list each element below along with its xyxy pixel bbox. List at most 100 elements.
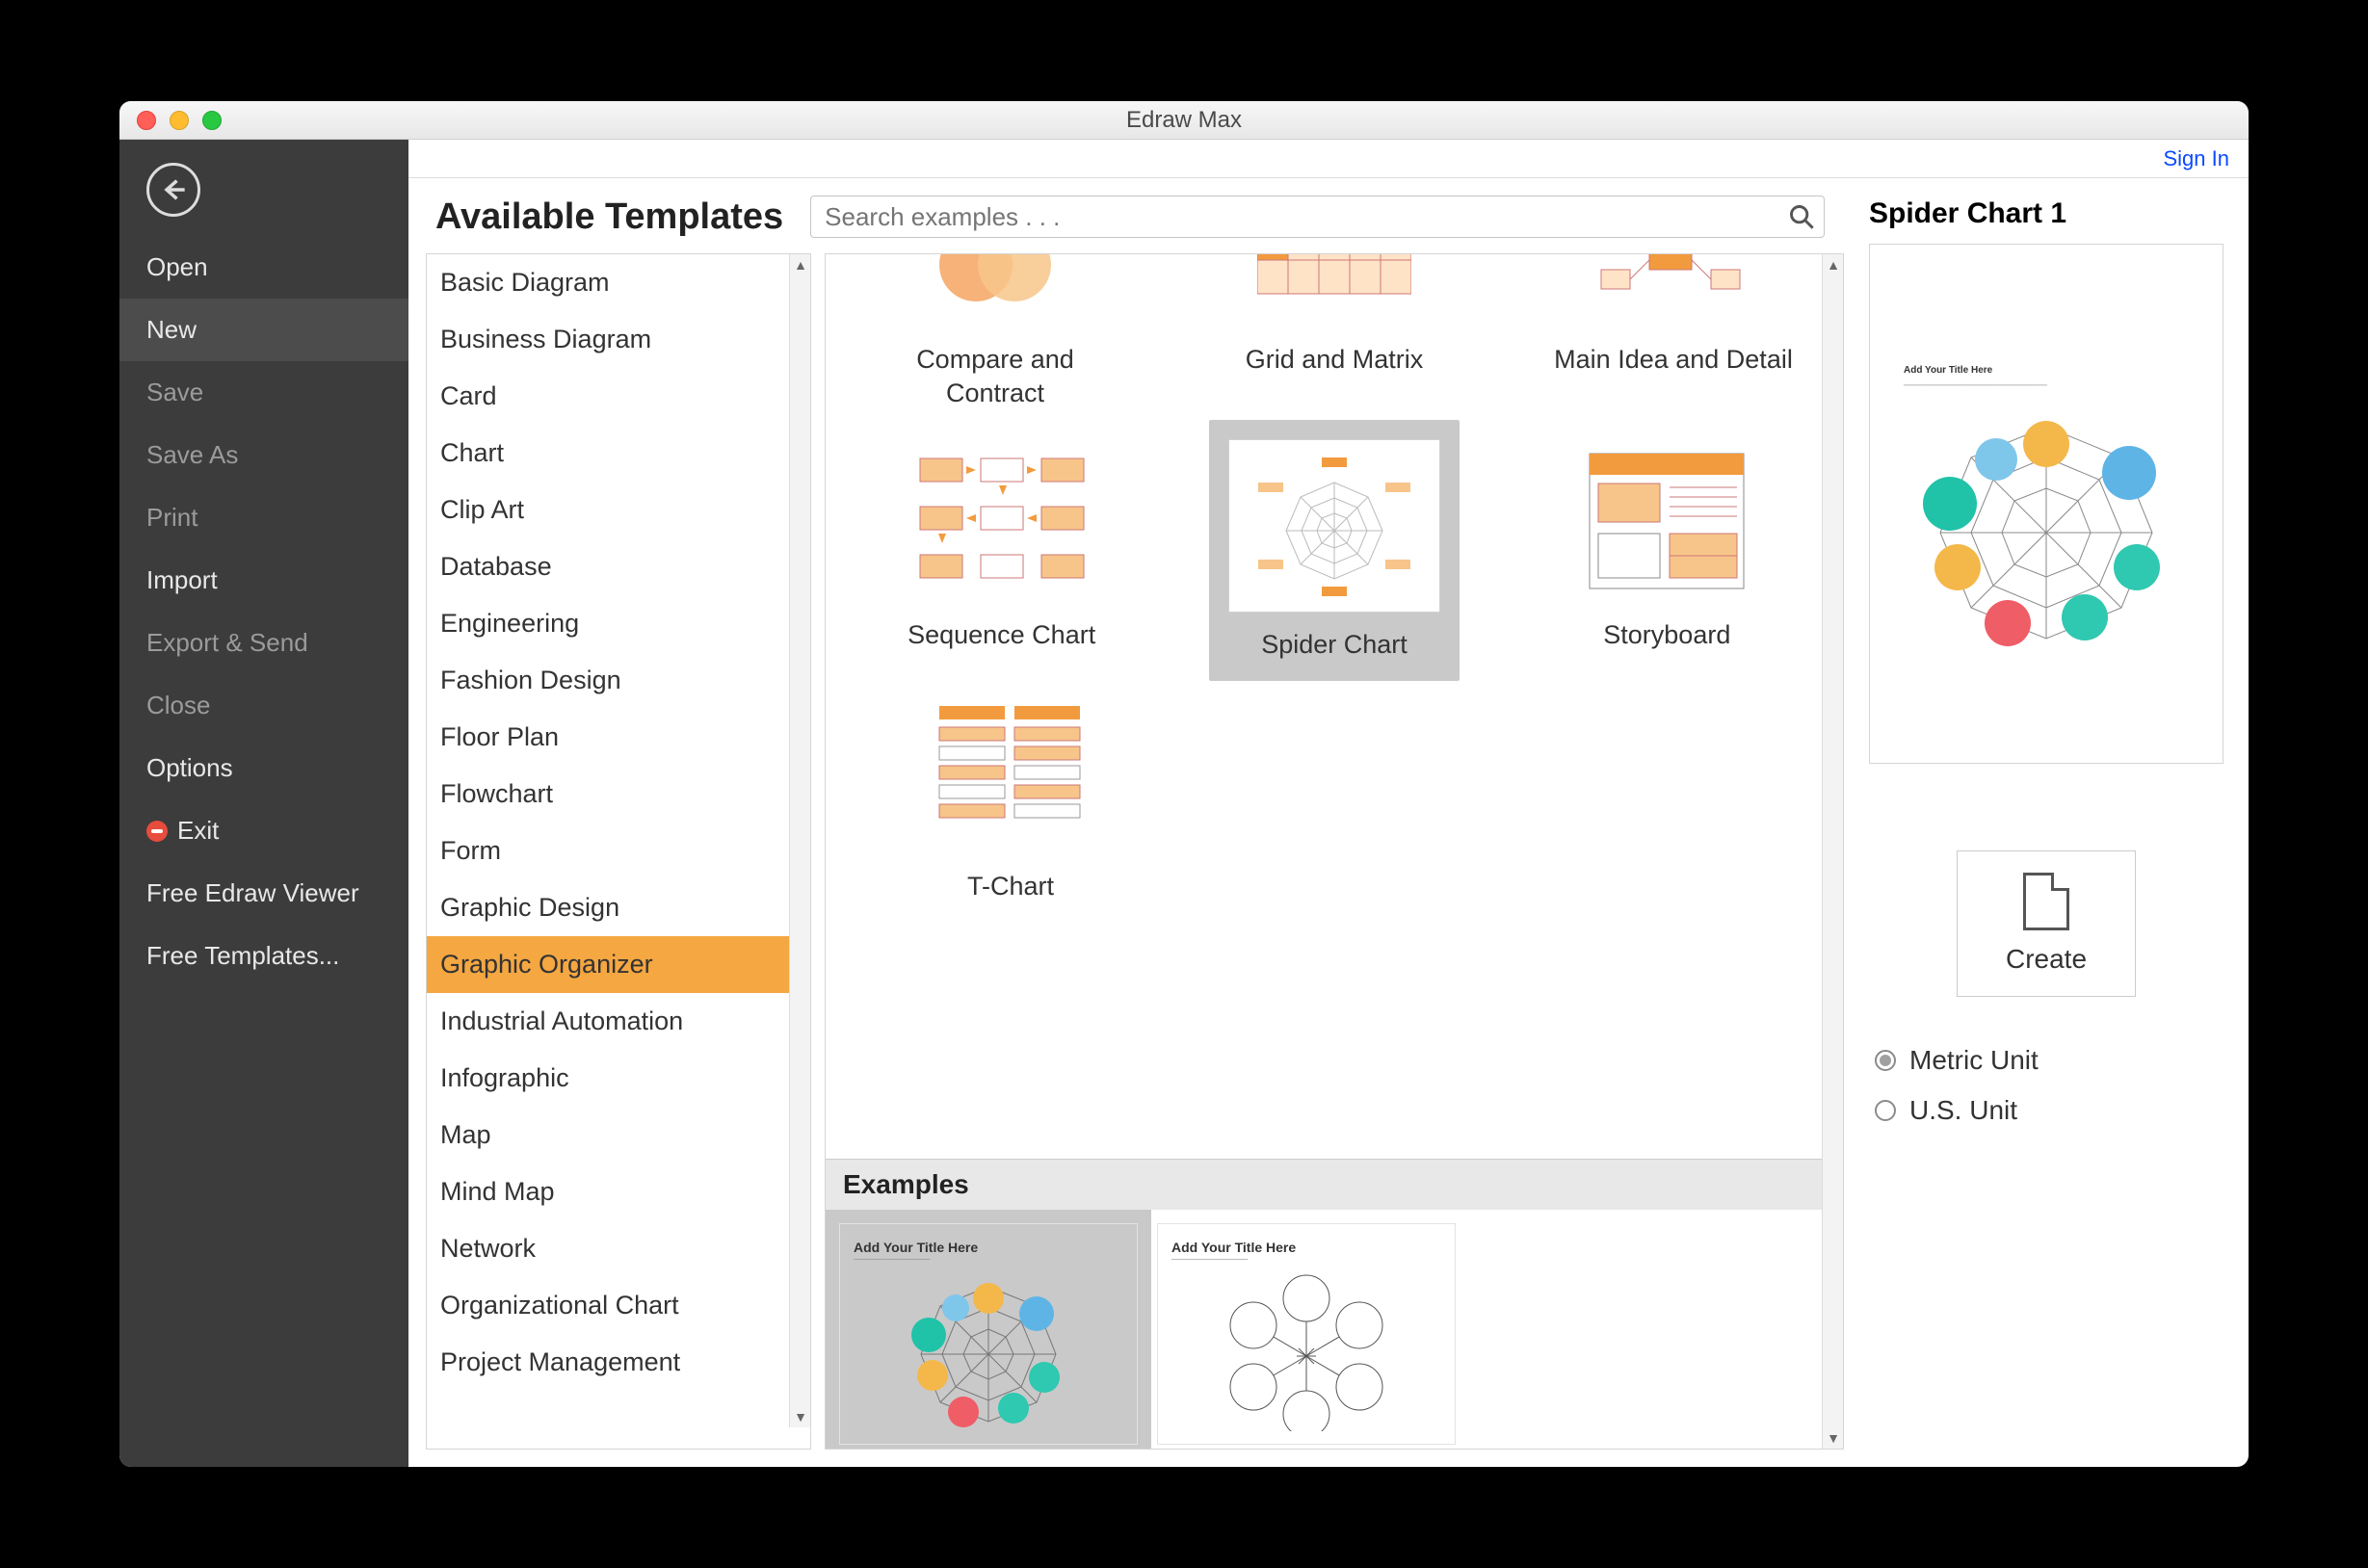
tchart-icon bbox=[934, 700, 1088, 845]
create-button[interactable]: Create bbox=[1957, 850, 2136, 997]
sidebar-label: Export & Send bbox=[146, 628, 308, 658]
preview-spider-icon: Add Your Title Here ────────────────────… bbox=[1873, 340, 2220, 667]
category-card[interactable]: Card bbox=[427, 368, 810, 425]
category-flowchart[interactable]: Flowchart bbox=[427, 766, 810, 823]
template-label: Compare and Contract bbox=[870, 343, 1120, 410]
examples-header: Examples bbox=[826, 1159, 1843, 1210]
search-input[interactable] bbox=[810, 196, 1825, 238]
template-label: Spider Chart bbox=[1228, 628, 1440, 662]
minimize-window-button[interactable] bbox=[170, 111, 189, 130]
sidebar-item-save[interactable]: Save bbox=[119, 361, 408, 424]
sidebar-label: Print bbox=[146, 503, 197, 533]
sidebar-item-open[interactable]: Open bbox=[119, 236, 408, 299]
svg-text:─────────────────────: ───────────────────── bbox=[1903, 380, 2048, 391]
preview-thumbnail: Add Your Title Here ────────────────────… bbox=[1869, 244, 2223, 764]
sidebar-item-import[interactable]: Import bbox=[119, 549, 408, 612]
example-title: Add Your Title Here bbox=[1166, 1238, 1296, 1255]
category-database[interactable]: Database bbox=[427, 538, 810, 595]
sign-in-link[interactable]: Sign In bbox=[2164, 146, 2230, 171]
sidebar-item-save-as[interactable]: Save As bbox=[119, 424, 408, 486]
template-storyboard[interactable]: Storyboard bbox=[1541, 439, 1792, 652]
example-title: Add Your Title Here bbox=[848, 1238, 978, 1255]
scroll-down-icon[interactable]: ▼ bbox=[790, 1406, 811, 1427]
example-spider-chart-2[interactable]: Add Your Title Here ────────────── bbox=[1157, 1223, 1456, 1445]
sidebar-item-new[interactable]: New bbox=[119, 299, 408, 361]
back-button[interactable] bbox=[146, 163, 200, 217]
sidebar-label: Free Edraw Viewer bbox=[146, 878, 359, 908]
template-compare-contract[interactable]: Compare and Contract bbox=[870, 254, 1120, 410]
category-form[interactable]: Form bbox=[427, 823, 810, 879]
titlebar: Edraw Max bbox=[119, 101, 2249, 140]
category-business-diagram[interactable]: Business Diagram bbox=[427, 311, 810, 368]
sidebar-item-options[interactable]: Options bbox=[119, 737, 408, 799]
category-map[interactable]: Map bbox=[427, 1107, 810, 1163]
svg-text:Add Your Title Here: Add Your Title Here bbox=[1904, 365, 1993, 376]
templates-area: Compare and Contract bbox=[825, 253, 1844, 1450]
close-window-button[interactable] bbox=[137, 111, 156, 130]
search-icon[interactable] bbox=[1788, 203, 1815, 230]
sidebar-item-print[interactable]: Print bbox=[119, 486, 408, 549]
template-t-chart[interactable]: T-Chart bbox=[885, 691, 1136, 903]
category-engineering[interactable]: Engineering bbox=[427, 595, 810, 652]
category-clip-art[interactable]: Clip Art bbox=[427, 482, 810, 538]
category-graphic-design[interactable]: Graphic Design bbox=[427, 879, 810, 936]
sidebar-item-exit[interactable]: Exit bbox=[119, 799, 408, 862]
category-graphic-organizer[interactable]: Graphic Organizer bbox=[427, 936, 810, 993]
scroll-down-icon[interactable]: ▼ bbox=[1823, 1427, 1844, 1449]
back-arrow-icon bbox=[160, 176, 187, 203]
unit-label: Metric Unit bbox=[1909, 1045, 2039, 1076]
header-row: Available Templates bbox=[426, 196, 1844, 253]
grid-icon bbox=[1257, 254, 1411, 303]
template-grid-matrix[interactable]: Grid and Matrix bbox=[1209, 254, 1460, 410]
unit-options: Metric Unit U.S. Unit bbox=[1869, 1045, 2223, 1126]
category-floor-plan[interactable]: Floor Plan bbox=[427, 709, 810, 766]
unit-label: U.S. Unit bbox=[1909, 1095, 2017, 1126]
sidebar-item-close[interactable]: Close bbox=[119, 674, 408, 737]
sidebar-item-free-edraw-viewer[interactable]: Free Edraw Viewer bbox=[119, 862, 408, 925]
category-chart[interactable]: Chart bbox=[427, 425, 810, 482]
scroll-up-icon[interactable]: ▲ bbox=[790, 254, 811, 275]
template-main-idea[interactable]: Main Idea and Detail bbox=[1548, 254, 1799, 410]
idea-icon bbox=[1592, 254, 1755, 308]
template-spider-chart[interactable]: Spider Chart bbox=[1209, 420, 1460, 681]
sidebar-item-free-templates-[interactable]: Free Templates... bbox=[119, 925, 408, 987]
sidebar-label: Open bbox=[146, 252, 208, 282]
template-grid[interactable]: Compare and Contract bbox=[826, 254, 1843, 1159]
sidebar-label: New bbox=[146, 315, 197, 345]
examples-row[interactable]: Add Your Title Here ────────────── bbox=[826, 1210, 1843, 1449]
category-infographic[interactable]: Infographic bbox=[427, 1050, 810, 1107]
template-label: Storyboard bbox=[1541, 618, 1792, 652]
category-network[interactable]: Network bbox=[427, 1220, 810, 1277]
columns: Basic DiagramBusiness DiagramCardChartCl… bbox=[426, 253, 1844, 1450]
category-organizational-chart[interactable]: Organizational Chart bbox=[427, 1277, 810, 1334]
example-spider-chart-1[interactable]: Add Your Title Here ────────────── bbox=[839, 1223, 1138, 1445]
category-list[interactable]: Basic DiagramBusiness DiagramCardChartCl… bbox=[426, 253, 811, 1450]
sidebar-item-export-send[interactable]: Export & Send bbox=[119, 612, 408, 674]
color-spider-thumb-icon bbox=[887, 1267, 1090, 1431]
unit-us[interactable]: U.S. Unit bbox=[1875, 1095, 2223, 1126]
category-fashion-design[interactable]: Fashion Design bbox=[427, 652, 810, 709]
spider-icon bbox=[1252, 454, 1416, 598]
sidebar-label: Close bbox=[146, 691, 210, 720]
sidebar: Open New Save Save As Print Import Export & Se… bbox=[119, 140, 408, 1467]
category-basic-diagram[interactable]: Basic Diagram bbox=[427, 254, 810, 311]
page-title: Available Templates bbox=[435, 196, 783, 238]
scroll-up-icon[interactable]: ▲ bbox=[1823, 254, 1844, 275]
template-sequence-chart[interactable]: Sequence Chart bbox=[877, 439, 1127, 652]
maximize-window-button[interactable] bbox=[202, 111, 222, 130]
templates-scrollbar[interactable]: ▲ ▼ bbox=[1822, 254, 1843, 1449]
bw-spider-thumb-icon bbox=[1205, 1267, 1408, 1431]
exit-icon bbox=[146, 821, 168, 842]
preview-panel: Spider Chart 1 Add Your Title Here ─────… bbox=[1844, 178, 2249, 1467]
unit-metric[interactable]: Metric Unit bbox=[1875, 1045, 2223, 1076]
app-window: Edraw Max Open New Save Save As Print Import E… bbox=[119, 101, 2249, 1467]
sidebar-label: Save bbox=[146, 378, 203, 407]
category-scrollbar[interactable]: ▲ ▼ bbox=[789, 254, 810, 1427]
sidebar-label: Options bbox=[146, 753, 233, 783]
sequence-icon bbox=[915, 449, 1089, 593]
category-project-management[interactable]: Project Management bbox=[427, 1334, 810, 1391]
category-mind-map[interactable]: Mind Map bbox=[427, 1163, 810, 1220]
storyboard-icon bbox=[1585, 449, 1749, 593]
category-industrial-automation[interactable]: Industrial Automation bbox=[427, 993, 810, 1050]
new-document-icon bbox=[2023, 873, 2069, 930]
